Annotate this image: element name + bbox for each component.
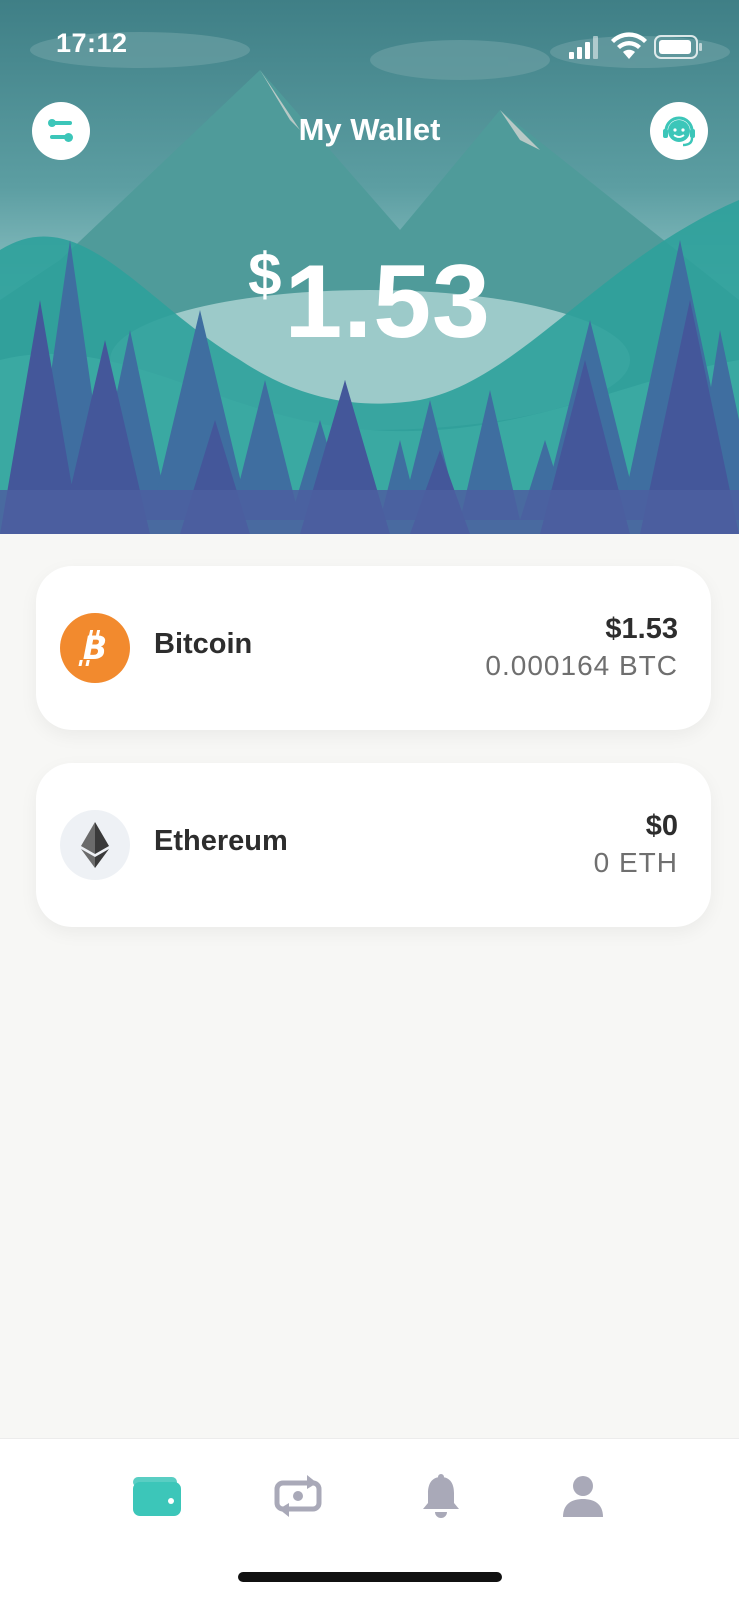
wifi-icon xyxy=(611,32,647,59)
balance-currency: $ xyxy=(248,241,283,308)
balance-amount: 1.53 xyxy=(284,244,491,360)
nav-wallet[interactable] xyxy=(122,1461,192,1531)
asset-name: Bitcoin xyxy=(154,628,253,660)
header-hero: 17:12 My Wallet $1.53 xyxy=(0,0,739,534)
wallet-icon xyxy=(133,1477,181,1516)
support-agent-icon xyxy=(663,116,695,147)
status-time: 17:12 xyxy=(56,28,128,58)
asset-fiat-value: $1.53 xyxy=(605,613,678,645)
support-button[interactable] xyxy=(650,102,708,160)
asset-card-bitcoin[interactable]: B Bitcoin $1.53 0.000164 BTC xyxy=(36,566,711,730)
nav-notifications[interactable] xyxy=(406,1461,476,1531)
battery-icon xyxy=(654,35,702,59)
svg-text:B: B xyxy=(83,629,107,667)
ethereum-icon xyxy=(60,810,130,880)
exchange-icon xyxy=(274,1475,322,1517)
status-icons xyxy=(569,32,702,59)
home-indicator[interactable] xyxy=(238,1572,502,1582)
asset-crypto-amount: 0 ETH xyxy=(593,847,678,878)
asset-fiat-value: $0 xyxy=(645,810,678,842)
bitcoin-icon: B xyxy=(60,613,130,683)
page-title: My Wallet xyxy=(298,112,441,147)
nav-exchange[interactable] xyxy=(263,1461,333,1531)
asset-crypto-amount: 0.000164 BTC xyxy=(485,650,678,681)
cellular-signal-icon xyxy=(569,36,598,59)
asset-card-ethereum[interactable]: Ethereum $0 0 ETH xyxy=(36,763,711,927)
status-bar: 17:12 xyxy=(0,0,739,90)
nav-profile[interactable] xyxy=(548,1461,618,1531)
profile-icon xyxy=(563,1476,603,1517)
bell-icon xyxy=(423,1474,459,1518)
total-balance: $1.53 xyxy=(0,240,739,362)
asset-name: Ethereum xyxy=(154,825,288,857)
